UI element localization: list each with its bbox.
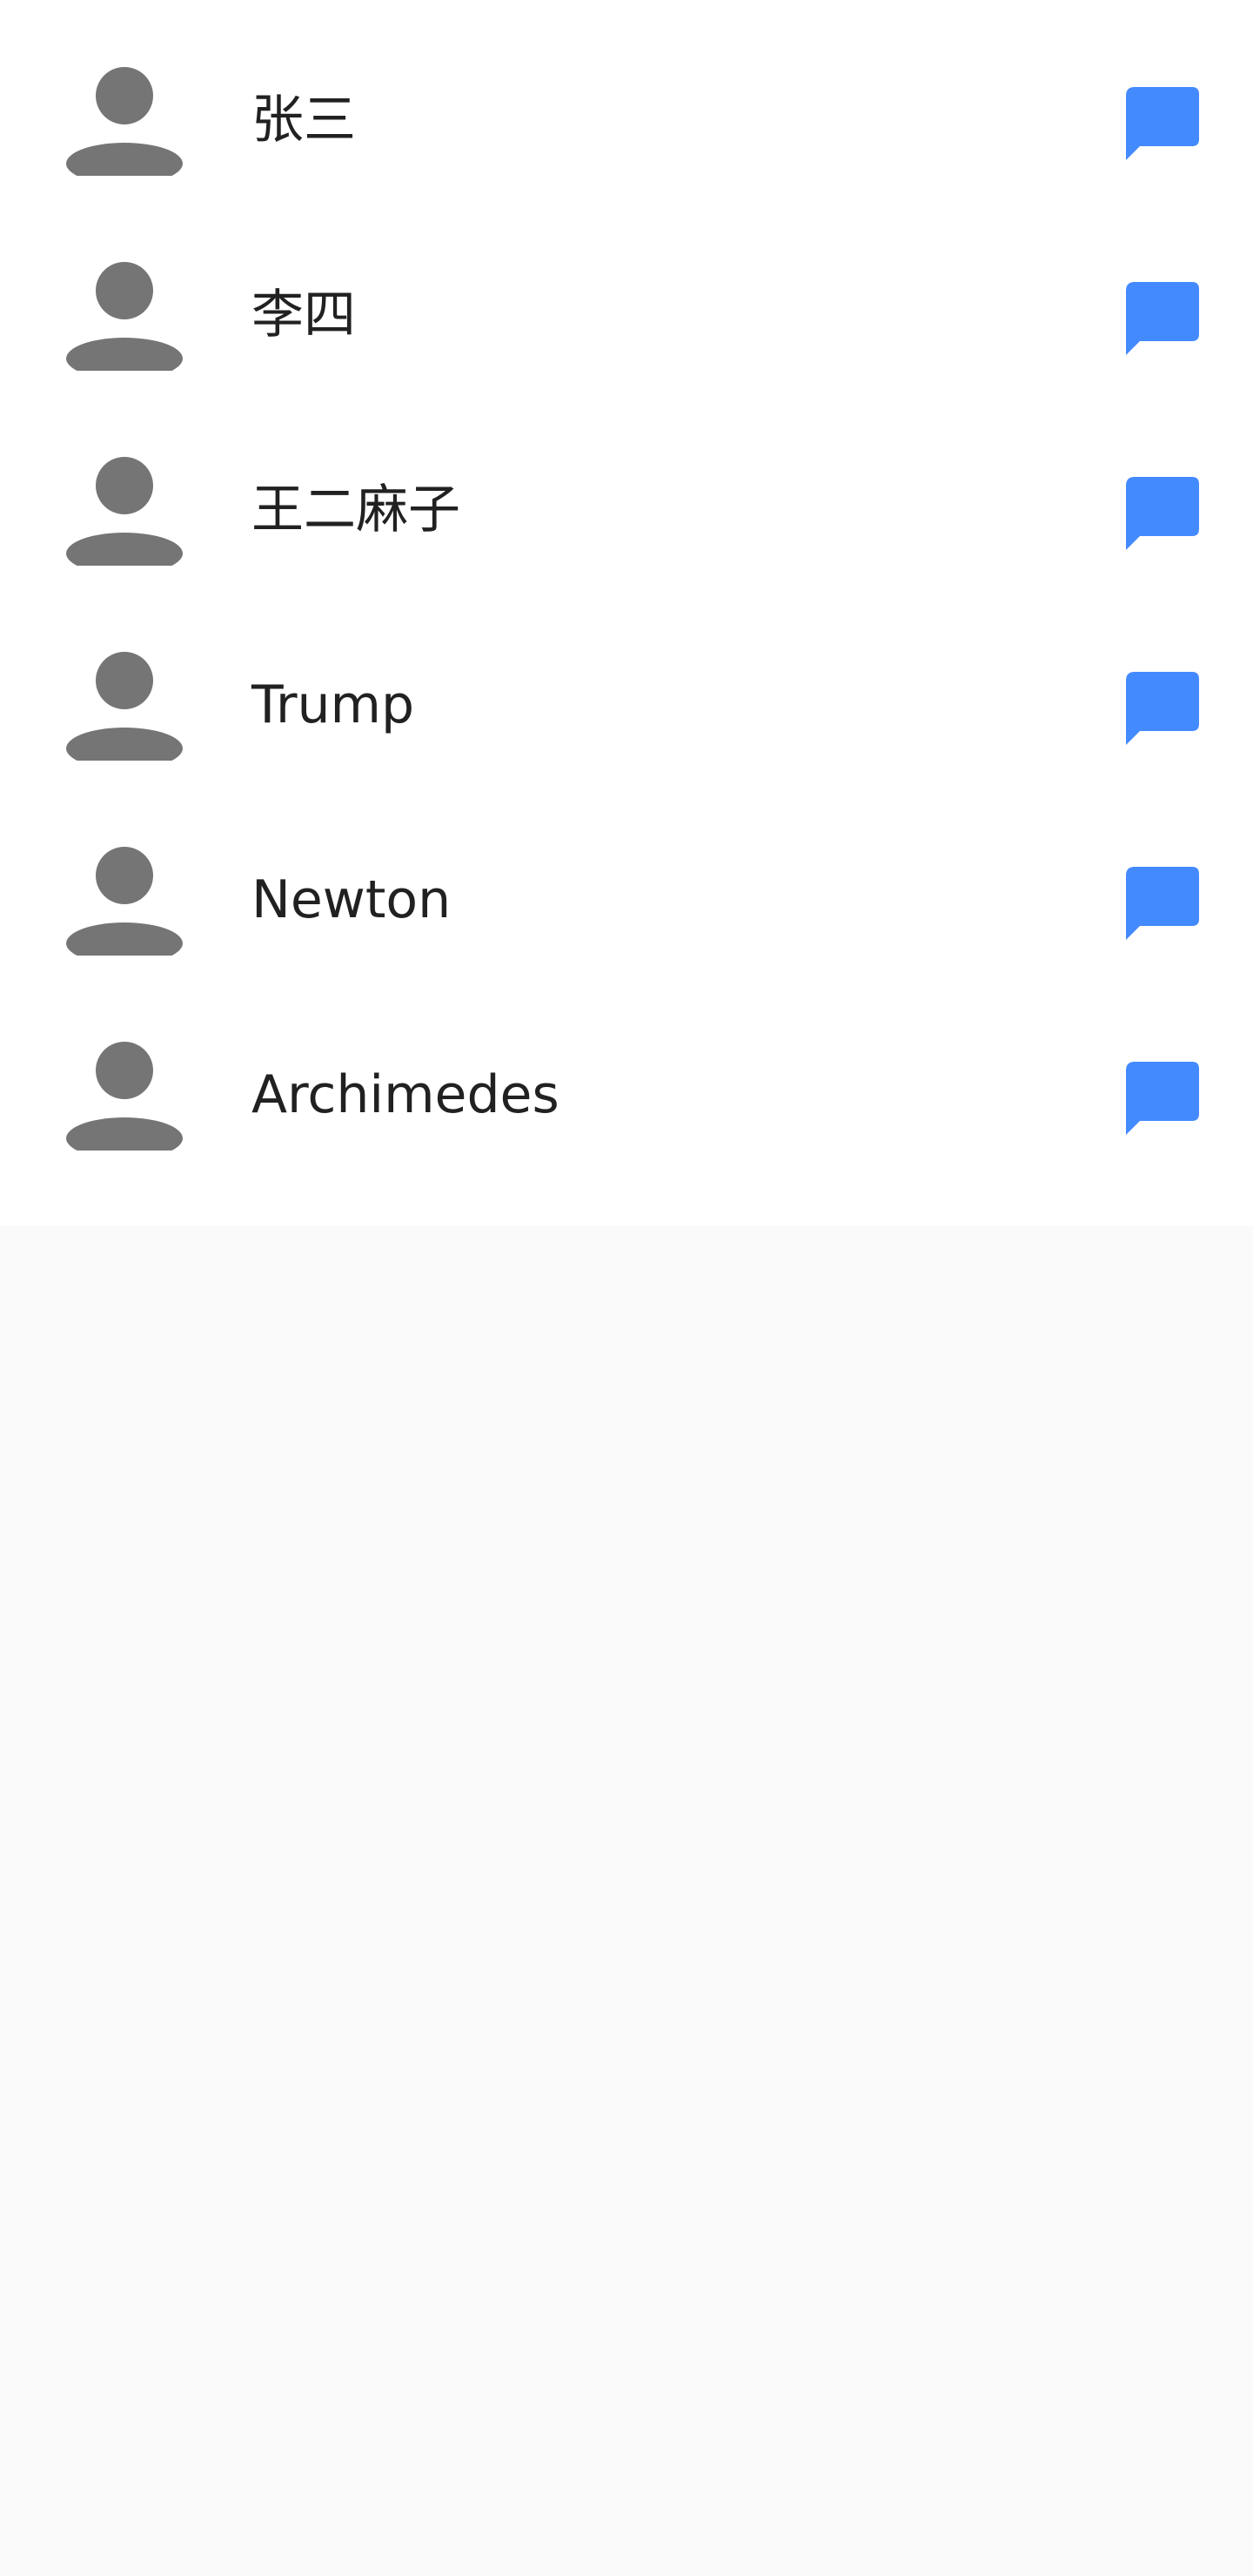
chat-bubble-icon [1126, 672, 1199, 745]
person-icon [66, 651, 183, 768]
contact-name: Trump [251, 674, 415, 735]
contact-name: Archimedes [251, 1064, 559, 1125]
chat-bubble-icon [1126, 867, 1199, 940]
message-button[interactable] [1126, 867, 1199, 940]
contact-row[interactable]: 王二麻子 [0, 390, 1253, 585]
message-button[interactable] [1126, 1062, 1199, 1135]
contact-list: 张三 李四 王二麻子 Trump Newton Archimedes [0, 0, 1253, 1225]
contact-name: 王二麻子 [251, 480, 460, 540]
contact-name: 张三 [251, 90, 356, 151]
contact-row[interactable]: Archimedes [0, 975, 1253, 1170]
chat-bubble-icon [1126, 1062, 1199, 1135]
contact-name: 李四 [251, 285, 356, 345]
message-button[interactable] [1126, 477, 1199, 550]
contact-name: Newton [251, 869, 452, 930]
contact-row[interactable]: Newton [0, 780, 1253, 975]
chat-bubble-icon [1126, 282, 1199, 355]
contact-row[interactable]: 李四 [0, 195, 1253, 390]
person-icon [66, 846, 183, 963]
person-icon [66, 261, 183, 378]
person-icon [66, 1041, 183, 1157]
person-icon [66, 456, 183, 573]
contact-row[interactable]: 张三 [0, 0, 1253, 195]
chat-bubble-icon [1126, 87, 1199, 160]
chat-bubble-icon [1126, 477, 1199, 550]
message-button[interactable] [1126, 282, 1199, 355]
person-icon [66, 66, 183, 183]
message-button[interactable] [1126, 672, 1199, 745]
message-button[interactable] [1126, 87, 1199, 160]
contact-row[interactable]: Trump [0, 585, 1253, 780]
